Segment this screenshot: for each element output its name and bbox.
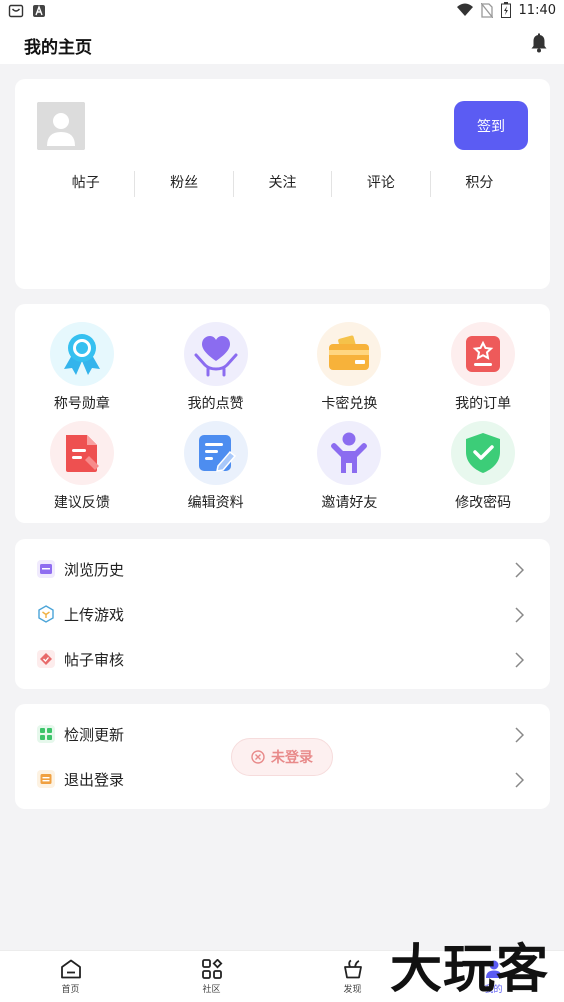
feature-grid-card: 称号勋章 我的点赞 卡密兑换 我的订单 建议反馈 编辑资料 邀请好友 修改密码	[15, 304, 550, 523]
order-icon	[466, 336, 501, 372]
review-icon	[40, 653, 52, 665]
menu-item-history[interactable]: 浏览历史	[15, 547, 550, 592]
chevron-right-icon	[515, 652, 524, 668]
feature-change-password[interactable]: 修改密码	[416, 421, 550, 512]
menu-item-label: 上传游戏	[64, 606, 125, 624]
tab-label: 首页	[61, 985, 80, 995]
status-bar: 11:40	[0, 0, 564, 24]
chevron-right-icon	[515, 727, 524, 743]
toast-text: 未登录	[271, 750, 313, 766]
menu-card-general: 浏览历史 上传游戏 帖子审核	[15, 539, 550, 689]
profile-stats: 帖子 粉丝 关注 评论 积分	[37, 171, 528, 197]
edit-icon	[198, 435, 236, 472]
feature-orders[interactable]: 我的订单	[416, 322, 550, 413]
feature-label: 修改密码	[455, 495, 512, 511]
heart-hand-icon	[194, 336, 238, 377]
feature-feedback[interactable]: 建议反馈	[15, 421, 149, 512]
feature-grid: 称号勋章 我的点赞 卡密兑换 我的订单 建议反馈 编辑资料 邀请好友 修改密码	[15, 322, 550, 512]
no-sim-icon	[480, 2, 493, 18]
chevron-right-icon	[515, 607, 524, 623]
default-avatar-icon	[37, 102, 85, 150]
history-icon	[40, 564, 52, 574]
stat-posts[interactable]: 帖子	[37, 171, 134, 197]
menu-item-label: 检测更新	[64, 726, 125, 744]
feature-label: 我的点赞	[187, 396, 244, 412]
avatar[interactable]	[37, 102, 85, 150]
card-icon	[329, 335, 370, 370]
clock: 11:40	[518, 2, 556, 18]
feature-label: 编辑资料	[187, 495, 244, 511]
a-notification-icon	[33, 5, 45, 17]
medal-icon	[63, 334, 100, 375]
feature-label: 建议反馈	[53, 495, 110, 511]
feature-card-redeem[interactable]: 卡密兑换	[283, 322, 417, 413]
store-notification-icon	[8, 4, 24, 18]
profile-card: 签到 帖子 粉丝 关注 评论 积分	[15, 79, 550, 289]
feature-label: 卡密兑换	[321, 396, 378, 412]
page-title: 我的主页	[24, 38, 92, 58]
stat-comments[interactable]: 评论	[331, 171, 429, 197]
feature-label: 邀请好友	[321, 495, 378, 511]
feature-label: 我的订单	[455, 396, 512, 412]
menu-item-label: 帖子审核	[64, 651, 125, 669]
close-circle-icon	[251, 750, 265, 764]
tab-label: 社区	[202, 985, 221, 995]
tab-label: 发现	[343, 985, 362, 995]
feature-invite[interactable]: 邀请好友	[283, 421, 417, 512]
home-icon	[60, 959, 81, 979]
logout-icon	[40, 774, 52, 784]
tab-community[interactable]: 社区	[141, 951, 282, 1002]
feature-likes[interactable]: 我的点赞	[149, 322, 283, 413]
update-icon	[40, 728, 52, 740]
menu-item-label: 浏览历史	[64, 561, 125, 579]
menu-item-label: 退出登录	[64, 771, 125, 789]
menu-item-upload-game[interactable]: 上传游戏	[15, 592, 550, 637]
battery-icon	[500, 2, 511, 18]
feature-edit-profile[interactable]: 编辑资料	[149, 421, 283, 512]
shield-icon	[466, 433, 501, 473]
feedback-icon	[65, 435, 99, 472]
chevron-right-icon	[515, 772, 524, 788]
checkin-button[interactable]: 签到	[454, 101, 528, 150]
feature-label: 称号勋章	[53, 396, 110, 412]
invite-icon	[331, 432, 368, 473]
top-app-bar: 我的主页	[0, 24, 564, 64]
not-logged-in-toast: 未登录	[231, 738, 333, 776]
feature-medal[interactable]: 称号勋章	[15, 322, 149, 413]
wifi-icon	[456, 3, 473, 16]
menu-item-post-review[interactable]: 帖子审核	[15, 637, 550, 682]
chevron-right-icon	[515, 562, 524, 578]
upload-icon	[38, 605, 54, 623]
tab-home[interactable]: 首页	[0, 951, 141, 1002]
discover-icon	[343, 959, 362, 979]
stat-following[interactable]: 关注	[232, 171, 331, 197]
stat-fans[interactable]: 粉丝	[134, 171, 232, 197]
stat-points[interactable]: 积分	[429, 171, 528, 197]
community-icon	[201, 959, 222, 979]
watermark-logo: 大玩客	[390, 940, 550, 1000]
bell-icon[interactable]	[528, 32, 550, 54]
